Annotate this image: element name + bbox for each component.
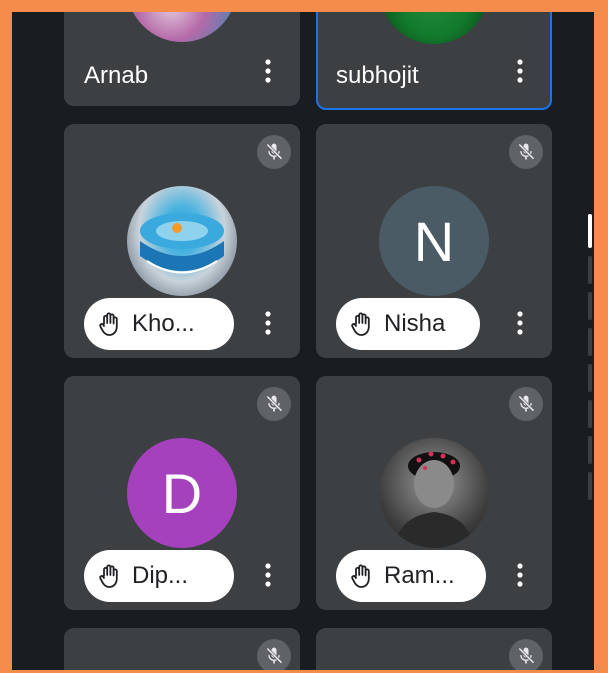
scrollbar-segments	[588, 214, 592, 500]
stadium-image	[140, 213, 224, 274]
mic-off-icon	[518, 143, 535, 160]
participant-tile-nisha[interactable]: N Nisha	[316, 124, 552, 358]
mic-off-icon	[518, 395, 535, 412]
more-options-button[interactable]	[258, 560, 278, 590]
participant-tile-subhojit[interactable]: subhojit	[316, 12, 552, 110]
participant-avatar-photo	[127, 12, 237, 42]
muted-indicator	[257, 135, 291, 169]
raised-hand-icon	[99, 564, 118, 588]
person-photo	[394, 451, 474, 548]
meeting-grid: Arnab subhojit Kho... N Nisha D Dip... R…	[12, 12, 594, 670]
more-options-button[interactable]	[510, 560, 530, 590]
mic-off-icon	[518, 647, 535, 664]
participant-tile-kho[interactable]: Kho...	[64, 124, 300, 358]
participant-avatar-photo	[379, 12, 489, 44]
participant-name-pill: Dip...	[84, 550, 234, 602]
more-vert-icon	[517, 563, 523, 587]
participant-name: subhojit	[336, 62, 419, 89]
mic-off-icon	[266, 395, 283, 412]
raised-hand-icon	[99, 312, 118, 336]
muted-indicator	[509, 387, 543, 421]
participant-avatar-letter: N	[379, 186, 489, 296]
participant-tile-partial[interactable]	[64, 628, 300, 670]
participant-name-pill: Kho...	[84, 298, 234, 350]
more-vert-icon	[265, 59, 271, 83]
muted-indicator	[509, 135, 543, 169]
participant-name: Arnab	[84, 62, 149, 89]
participant-name: Kho...	[132, 310, 195, 337]
avatar-letter: D	[161, 461, 203, 525]
participant-name: Dip...	[132, 562, 189, 589]
more-vert-icon	[265, 563, 271, 587]
participant-name-pill: Nisha	[336, 298, 480, 350]
more-options-button[interactable]	[258, 308, 278, 338]
participant-tile-ram[interactable]: Ram...	[316, 376, 552, 610]
raised-hand-icon	[351, 312, 370, 336]
participant-name: Ram...	[384, 562, 455, 589]
scrollbar[interactable]	[587, 214, 593, 514]
participant-avatar-photo	[379, 438, 489, 548]
more-vert-icon	[517, 311, 523, 335]
muted-indicator	[509, 639, 543, 670]
participant-avatar-photo	[127, 186, 237, 296]
participant-tile-partial[interactable]	[316, 628, 552, 670]
mic-off-icon	[266, 647, 283, 664]
muted-indicator	[257, 387, 291, 421]
more-vert-icon	[265, 311, 271, 335]
participant-tile-dip[interactable]: D Dip...	[64, 376, 300, 610]
more-options-button[interactable]	[510, 308, 530, 338]
more-vert-icon	[517, 59, 523, 83]
participant-avatar-letter: D	[127, 438, 237, 548]
participant-name-pill: Ram...	[336, 550, 486, 602]
participant-name: Nisha	[384, 310, 446, 337]
more-options-button[interactable]	[510, 56, 530, 86]
more-options-button[interactable]	[258, 56, 278, 86]
muted-indicator	[257, 639, 291, 670]
raised-hand-icon	[351, 564, 370, 588]
avatar-letter: N	[413, 209, 455, 273]
participant-tile-arnab[interactable]: Arnab	[64, 12, 300, 106]
mic-off-icon	[266, 143, 283, 160]
